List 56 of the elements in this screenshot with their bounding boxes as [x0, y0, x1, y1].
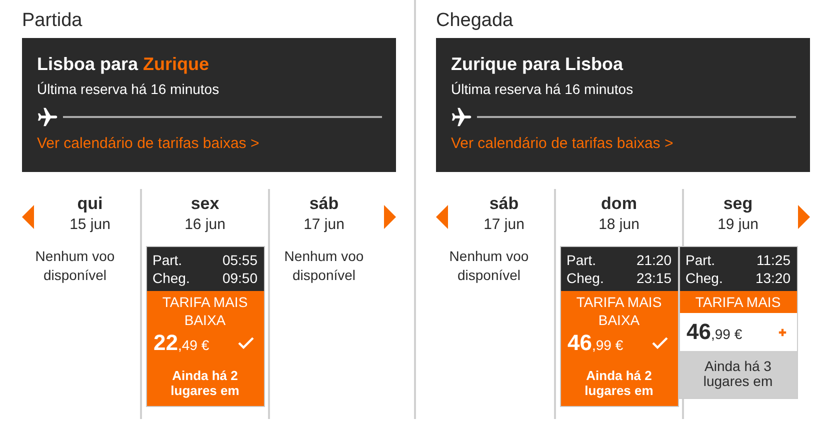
price-text: 22,49 €	[154, 330, 210, 356]
date-label: 17 jun	[484, 215, 524, 235]
price-text: 46,99 €	[568, 330, 624, 356]
time-value: 23:15	[636, 269, 672, 287]
checkmark-icon	[652, 337, 668, 349]
seats-left-text: Ainda há 2 lugares em	[170, 367, 240, 400]
time-value: 13:20	[755, 269, 790, 287]
weekday-label: sáb	[309, 193, 339, 215]
checkmark-icon	[238, 337, 254, 349]
fare-option[interactable]: TARIFA MAIS 46,99 € Ainda há 3 lugares em	[680, 291, 796, 398]
weekday-label: dom	[601, 193, 637, 215]
no-flight-text: Nenhum voo disponível	[283, 247, 365, 285]
previous-arrow-icon[interactable]	[436, 205, 448, 229]
route-title: Zurique para Lisboa	[451, 53, 624, 76]
section-heading: Partida	[22, 9, 84, 33]
weekday-label: sex	[190, 193, 220, 215]
next-arrow-icon[interactable]	[798, 205, 810, 229]
weekday-label: sáb	[489, 193, 519, 215]
plane-icon	[37, 106, 59, 128]
no-flight-text: Nenhum voo disponível	[34, 247, 116, 285]
weekday-label: qui	[77, 193, 103, 215]
date-label: 16 jun	[184, 215, 226, 235]
time-label: Part.	[566, 251, 596, 269]
plus-icon[interactable]	[778, 328, 786, 336]
seats-left-text: Ainda há 3 lugares em	[680, 351, 796, 398]
fare-option[interactable]: TARIFA MAIS BAIXA 22,49 € Ainda há 2 lugares em	[146, 291, 264, 406]
fare-option[interactable]: TARIFA MAIS BAIXA 46,99 € Ainda há 2 lugares em	[560, 291, 678, 406]
date-label: 19 jun	[718, 215, 758, 235]
next-arrow-icon[interactable]	[384, 205, 396, 229]
plane-icon	[451, 106, 473, 128]
previous-arrow-icon[interactable]	[22, 205, 34, 229]
time-value: 11:25	[756, 251, 790, 269]
time-label: Part.	[152, 251, 182, 269]
time-value: 05:55	[222, 251, 258, 269]
price-text: 46,99 €	[686, 319, 742, 345]
fare-label: TARIFA MAIS BAIXA	[161, 293, 249, 329]
time-label: Part.	[686, 251, 716, 269]
weekday-label: seg	[723, 193, 753, 215]
date-label: 18 jun	[598, 215, 640, 235]
last-booking-text: Última reserva há 16 minutos	[451, 80, 634, 98]
route-title: Lisboa para Zurique	[37, 53, 210, 76]
date-label: 15 jun	[70, 215, 110, 235]
fare-calendar-link[interactable]: Ver calendário de tarifas baixas >	[37, 134, 382, 154]
date-label: 17 jun	[304, 215, 344, 235]
time-value: 09:50	[222, 269, 258, 287]
section-heading: Chegada	[436, 9, 514, 33]
fare-label: TARIFA MAIS	[680, 291, 796, 313]
time-label: Cheg.	[686, 269, 723, 287]
time-label: Cheg.	[152, 269, 190, 287]
time-label: Cheg.	[566, 269, 604, 287]
seats-left-text: Ainda há 2 lugares em	[584, 367, 654, 400]
fare-calendar-link[interactable]: Ver calendário de tarifas baixas >	[451, 134, 796, 154]
last-booking-text: Última reserva há 16 minutos	[37, 80, 220, 98]
no-flight-text: Nenhum voo disponível	[448, 247, 530, 285]
time-value: 21:20	[636, 251, 672, 269]
fare-label: TARIFA MAIS BAIXA	[575, 293, 663, 329]
